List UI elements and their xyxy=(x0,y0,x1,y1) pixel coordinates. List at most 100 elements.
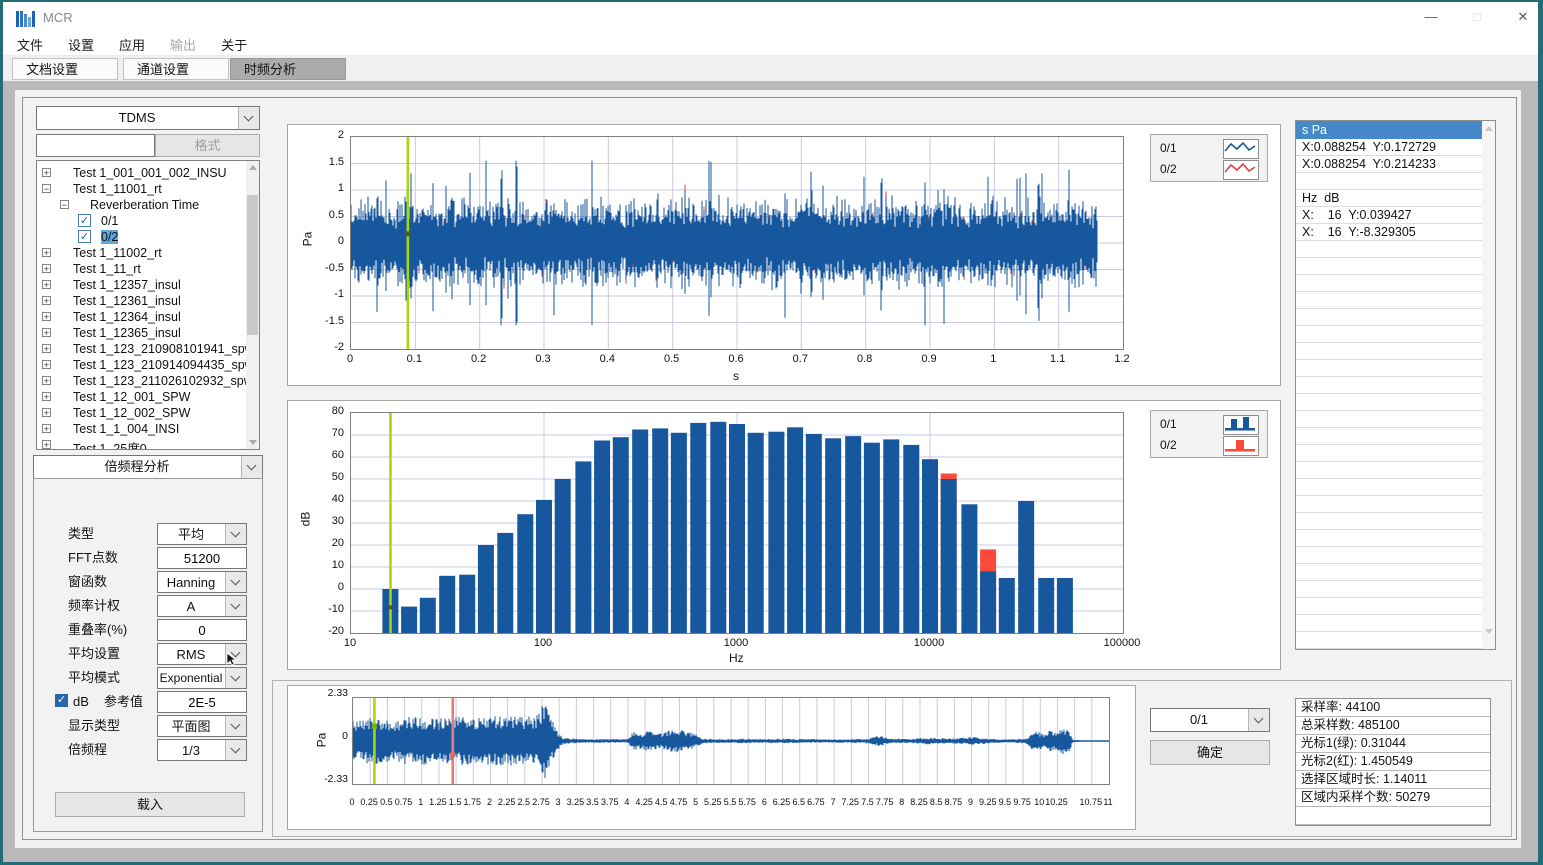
tree-scrollbar-thumb[interactable] xyxy=(247,195,258,335)
chevron-down-icon[interactable] xyxy=(238,107,259,129)
expand-plus-icon[interactable]: + xyxy=(42,280,51,289)
maximize-button[interactable]: □ xyxy=(1454,2,1500,32)
legend-row-0-2[interactable]: 0/2 xyxy=(1151,435,1267,455)
display-type-select[interactable]: 平面图 xyxy=(157,715,247,737)
chevron-down-icon[interactable] xyxy=(225,668,246,688)
chevron-down-icon[interactable] xyxy=(225,716,246,736)
fft-points-input[interactable] xyxy=(157,547,247,569)
analysis-type-combo[interactable]: 倍频程分析 xyxy=(33,455,263,479)
readout-row[interactable] xyxy=(1296,496,1482,513)
readout-row[interactable] xyxy=(1296,326,1482,343)
chevron-down-icon[interactable] xyxy=(225,524,246,544)
tree-scrollbar[interactable] xyxy=(246,161,259,449)
tree-item[interactable]: +Test 1_12364_insul xyxy=(37,309,246,325)
readout-row[interactable]: Hz dB xyxy=(1296,190,1482,207)
readout-row[interactable]: X:0.088254 Y:0.172729 xyxy=(1296,139,1482,156)
readout-row[interactable] xyxy=(1296,547,1482,564)
readout-row[interactable] xyxy=(1296,377,1482,394)
expand-plus-icon[interactable]: + xyxy=(42,376,51,385)
menu-item-文件[interactable]: 文件 xyxy=(6,32,54,54)
readout-row[interactable] xyxy=(1296,462,1482,479)
expand-plus-icon[interactable]: + xyxy=(42,360,51,369)
record-channel-combo[interactable]: 0/1 xyxy=(1150,708,1270,732)
readout-header[interactable]: s Pa xyxy=(1296,121,1482,139)
readout-row[interactable] xyxy=(1296,530,1482,547)
scroll-down-icon[interactable] xyxy=(1485,629,1493,634)
expand-minus-icon[interactable]: − xyxy=(42,184,51,193)
readout-row[interactable] xyxy=(1296,173,1482,190)
tree-item[interactable]: +Test 1_123_210908101941_spw xyxy=(37,341,246,357)
checkbox-icon[interactable]: ✓ xyxy=(78,230,91,243)
expand-plus-icon[interactable]: + xyxy=(42,264,51,273)
file-tree[interactable]: +Test 1_001_001_002_INSU−Test 1_11001_rt… xyxy=(36,160,260,450)
readout-row[interactable] xyxy=(1296,292,1482,309)
expand-plus-icon[interactable]: + xyxy=(42,408,51,417)
menu-item-设置[interactable]: 设置 xyxy=(57,32,105,54)
tree-item[interactable]: +Test 1_123_211026102932_spw xyxy=(37,373,246,389)
readout-row[interactable]: X: 16 Y:0.039427 xyxy=(1296,207,1482,224)
tree-item[interactable]: +Test 1_25度0 xyxy=(37,437,246,450)
expand-plus-icon[interactable]: + xyxy=(42,312,51,321)
time-waveform-plot[interactable] xyxy=(350,136,1124,350)
readout-row[interactable] xyxy=(1296,428,1482,445)
tab-通道设置[interactable]: 通道设置 xyxy=(123,58,229,80)
octave-spectrum-plot[interactable] xyxy=(350,412,1124,634)
scroll-up-icon[interactable] xyxy=(1485,126,1493,131)
scroll-down-icon[interactable] xyxy=(249,440,257,445)
chevron-down-icon[interactable] xyxy=(225,740,246,760)
tree-item[interactable]: +Test 1_12_002_SPW xyxy=(37,405,246,421)
expand-plus-icon[interactable]: + xyxy=(42,168,51,177)
reference-input[interactable] xyxy=(157,691,247,713)
overlap-input[interactable] xyxy=(157,619,247,641)
expand-plus-icon[interactable]: + xyxy=(42,424,51,433)
expand-plus-icon[interactable]: + xyxy=(42,328,51,337)
expand-plus-icon[interactable]: + xyxy=(42,392,51,401)
format-button[interactable]: 格式 xyxy=(155,134,260,157)
chevron-down-icon[interactable] xyxy=(241,456,262,478)
readout-row[interactable] xyxy=(1296,360,1482,377)
average-mode-select[interactable]: Exponential xyxy=(157,667,247,689)
full-record-plot[interactable] xyxy=(352,697,1110,785)
tree-item[interactable]: +Test 1_12361_insul xyxy=(37,293,246,309)
chevron-down-icon[interactable] xyxy=(225,596,246,616)
file-format-combo[interactable]: TDMS xyxy=(36,106,260,130)
readout-row[interactable] xyxy=(1296,564,1482,581)
readout-row[interactable] xyxy=(1296,615,1482,632)
tree-item[interactable]: ✓0/1 xyxy=(37,213,246,229)
readout-row[interactable] xyxy=(1296,309,1482,326)
tree-item[interactable]: +Test 1_12357_insul xyxy=(37,277,246,293)
scroll-up-icon[interactable] xyxy=(249,165,257,170)
menu-item-关于[interactable]: 关于 xyxy=(210,32,258,54)
legend-row-0-2[interactable]: 0/2 xyxy=(1151,159,1267,179)
load-button[interactable]: 载入 xyxy=(55,792,245,817)
chevron-down-icon[interactable] xyxy=(225,572,246,592)
readout-row[interactable]: X: 16 Y:-8.329305 xyxy=(1296,224,1482,241)
legend-row-0-1[interactable]: 0/1 xyxy=(1151,138,1267,158)
readout-row[interactable] xyxy=(1296,632,1482,649)
tree-item[interactable]: +Test 1_12_001_SPW xyxy=(37,389,246,405)
tree-item[interactable]: +Test 1_1_004_INSI xyxy=(37,421,246,437)
expand-plus-icon[interactable]: + xyxy=(42,296,51,305)
window-function-select[interactable]: Hanning xyxy=(157,571,247,593)
expand-minus-icon[interactable]: − xyxy=(60,200,69,209)
readout-row[interactable] xyxy=(1296,598,1482,615)
minimize-button[interactable]: — xyxy=(1408,2,1454,32)
confirm-button[interactable]: 确定 xyxy=(1150,740,1270,765)
readout-row[interactable] xyxy=(1296,343,1482,360)
type-select[interactable]: 平均 xyxy=(157,523,247,545)
expand-plus-icon[interactable]: + xyxy=(42,248,51,257)
tree-item[interactable]: +Test 1_001_001_002_INSU xyxy=(37,165,246,181)
readout-row[interactable]: X:0.088254 Y:0.214233 xyxy=(1296,156,1482,173)
readout-row[interactable] xyxy=(1296,241,1482,258)
readout-row[interactable] xyxy=(1296,275,1482,292)
tree-item[interactable]: ✓0/2 xyxy=(37,229,246,245)
readout-row[interactable] xyxy=(1296,479,1482,496)
tree-item[interactable]: +Test 1_11_rt xyxy=(37,261,246,277)
readout-row[interactable] xyxy=(1296,394,1482,411)
readout-scrollbar[interactable] xyxy=(1482,121,1495,649)
frequency-weighting-select[interactable]: A xyxy=(157,595,247,617)
expand-plus-icon[interactable]: + xyxy=(42,440,51,449)
tab-文档设置[interactable]: 文档设置 xyxy=(12,58,118,80)
db-checkbox[interactable]: ✓ xyxy=(55,694,68,707)
legend-row-0-1[interactable]: 0/1 xyxy=(1151,414,1267,434)
